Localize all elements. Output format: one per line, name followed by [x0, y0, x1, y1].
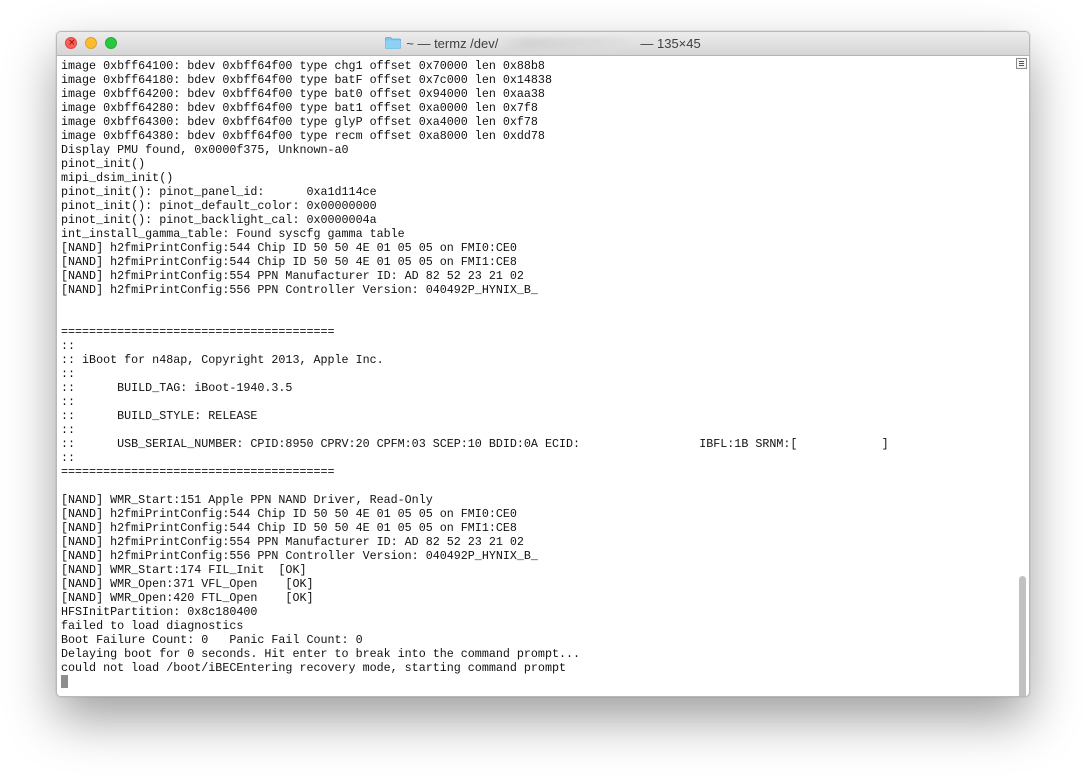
terminal-line: ::	[61, 423, 76, 437]
title-bar[interactable]: × ~ — termz /dev/ — 135×45	[57, 32, 1029, 56]
terminal-line: :: BUILD_TAG: iBoot-1940.3.5	[61, 381, 293, 395]
terminal-line: [NAND] h2fmiPrintConfig:544 Chip ID 50 5…	[61, 521, 517, 535]
terminal-line: [NAND] WMR_Open:371 VFL_Open [OK]	[61, 577, 314, 591]
terminal-line: :: USB_SERIAL_NUMBER: CPID:8950 CPRV:20 …	[61, 437, 889, 451]
terminal-output[interactable]: image 0xbff64100: bdev 0xbff64f00 type c…	[61, 59, 889, 690]
terminal-line: :: iBoot for n48ap, Copyright 2013, Appl…	[61, 353, 384, 367]
terminal-cursor	[61, 675, 68, 688]
terminal-line: pinot_init()	[61, 157, 146, 171]
scrollbar-thumb[interactable]	[1019, 576, 1026, 696]
scrollbar[interactable]	[1015, 72, 1029, 696]
terminal-line: ::	[61, 451, 76, 465]
terminal-line: Boot Failure Count: 0 Panic Fail Count: …	[61, 633, 363, 647]
terminal-line: =======================================	[61, 465, 335, 479]
terminal-content[interactable]: image 0xbff64100: bdev 0xbff64f00 type c…	[57, 56, 1029, 696]
terminal-line: pinot_init(): pinot_panel_id: 0xa1d114ce	[61, 185, 377, 199]
terminal-line: image 0xbff64280: bdev 0xbff64f00 type b…	[61, 101, 538, 115]
terminal-line: could not load /boot/iBECEntering recove…	[61, 661, 566, 675]
window-title: ~ — termz /dev/ — 135×45	[57, 32, 1029, 55]
terminal-line: :: BUILD_STYLE: RELEASE	[61, 409, 258, 423]
terminal-line: [NAND] h2fmiPrintConfig:544 Chip ID 50 5…	[61, 507, 517, 521]
terminal-line: ::	[61, 367, 76, 381]
window-title-suffix: — 135×45	[640, 36, 701, 51]
terminal-line: [NAND] h2fmiPrintConfig:556 PPN Controll…	[61, 283, 538, 297]
terminal-line: Delaying boot for 0 seconds. Hit enter t…	[61, 647, 581, 661]
terminal-line: ::	[61, 339, 76, 353]
terminal-line: image 0xbff64300: bdev 0xbff64f00 type g…	[61, 115, 538, 129]
redacted-region	[500, 37, 639, 50]
terminal-line: ::	[61, 395, 76, 409]
terminal-line: [NAND] h2fmiPrintConfig:554 PPN Manufact…	[61, 535, 524, 549]
terminal-line: image 0xbff64200: bdev 0xbff64f00 type b…	[61, 87, 545, 101]
terminal-line: [NAND] h2fmiPrintConfig:554 PPN Manufact…	[61, 269, 524, 283]
terminal-line: [NAND] WMR_Open:420 FTL_Open [OK]	[61, 591, 314, 605]
terminal-line: HFSInitPartition: 0x8c180400	[61, 605, 258, 619]
terminal-line: =======================================	[61, 325, 335, 339]
terminal-line: [NAND] h2fmiPrintConfig:544 Chip ID 50 5…	[61, 241, 517, 255]
terminal-line: failed to load diagnostics	[61, 619, 244, 633]
terminal-line: [NAND] h2fmiPrintConfig:544 Chip ID 50 5…	[61, 255, 517, 269]
window-title-prefix: ~ — termz /dev/	[406, 36, 499, 51]
terminal-line: [NAND] WMR_Start:151 Apple PPN NAND Driv…	[61, 493, 433, 507]
terminal-line: pinot_init(): pinot_backlight_cal: 0x000…	[61, 213, 377, 227]
terminal-line: image 0xbff64380: bdev 0xbff64f00 type r…	[61, 129, 545, 143]
terminal-line: image 0xbff64100: bdev 0xbff64f00 type c…	[61, 59, 545, 73]
terminal-line: Display PMU found, 0x0000f375, Unknown-a…	[61, 143, 349, 157]
terminal-line: pinot_init(): pinot_default_color: 0x000…	[61, 199, 377, 213]
terminal-window: × ~ — termz /dev/ — 135×45 image 0xbff64…	[56, 31, 1030, 697]
terminal-line: int_install_gamma_table: Found syscfg ga…	[61, 227, 405, 241]
terminal-line: [NAND] WMR_Start:174 FIL_Init [OK]	[61, 563, 307, 577]
folder-icon	[385, 36, 402, 49]
terminal-line: mipi_dsim_init()	[61, 171, 174, 185]
terminal-line: [NAND] h2fmiPrintConfig:556 PPN Controll…	[61, 549, 538, 563]
terminal-line: image 0xbff64180: bdev 0xbff64f00 type b…	[61, 73, 552, 87]
scroll-list-icon[interactable]	[1016, 58, 1027, 69]
